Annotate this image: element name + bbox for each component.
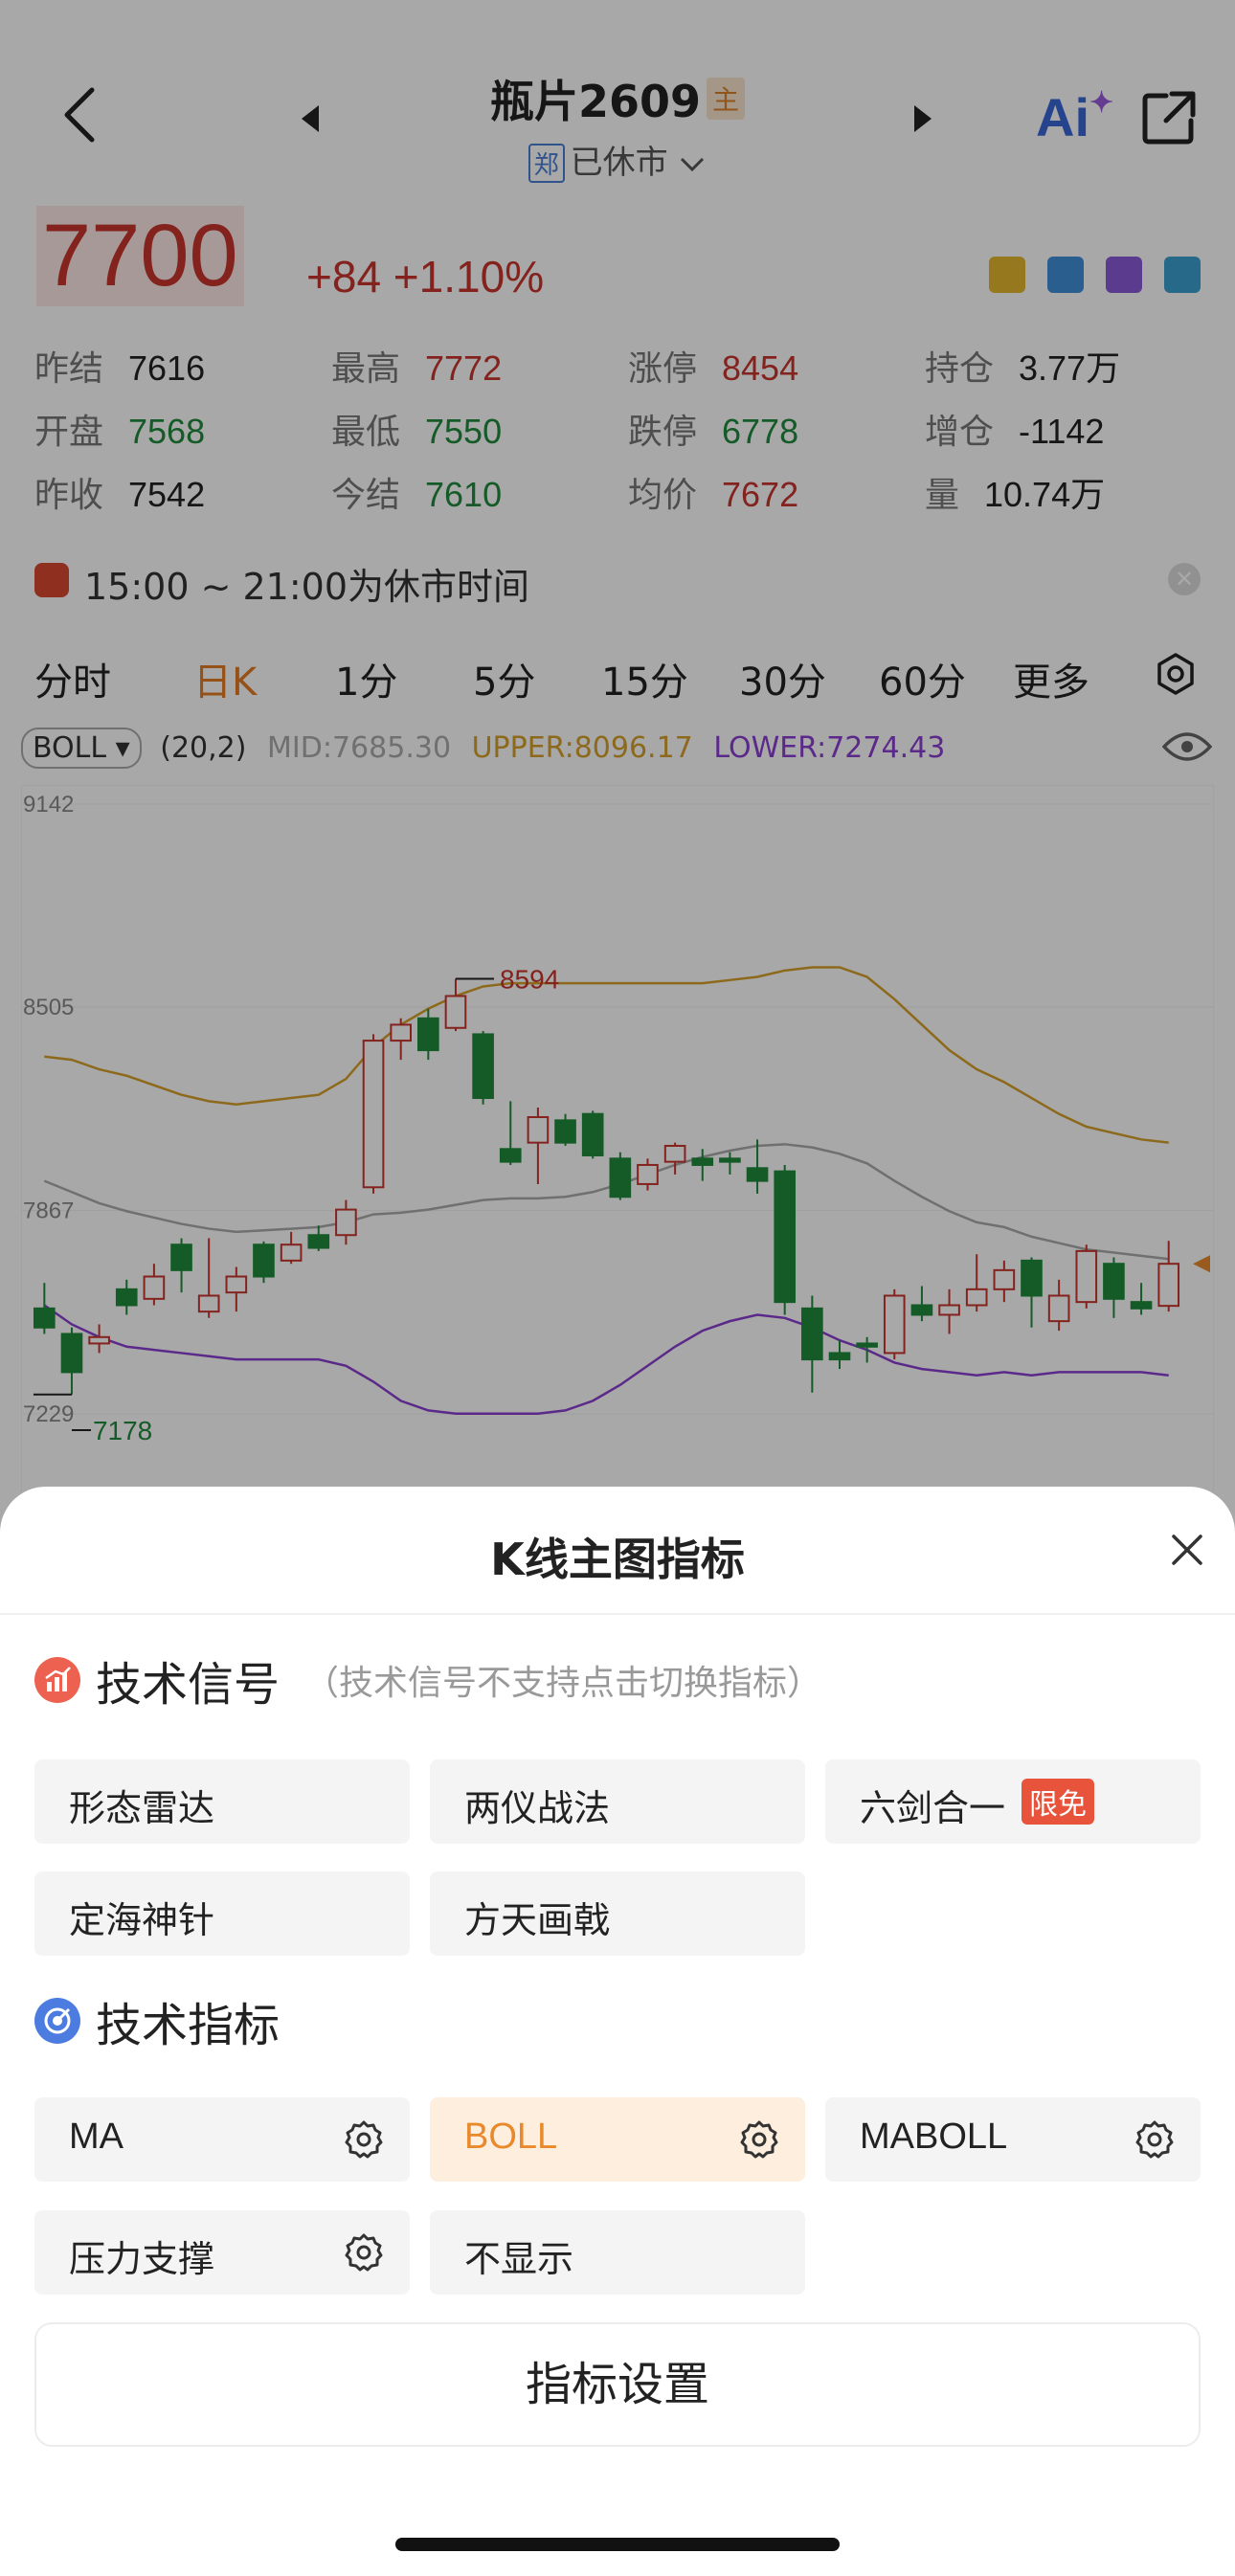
signals-section-header: 技术信号 （技术信号不支持点击切换指标） — [34, 1646, 821, 1714]
close-icon[interactable] — [1168, 1531, 1206, 1569]
target-icon — [34, 1998, 80, 2044]
gear-icon[interactable] — [343, 2231, 385, 2274]
signal-option[interactable]: 形态雷达 — [34, 1759, 410, 1844]
home-indicator — [395, 2538, 840, 2551]
signal-option[interactable]: 定海神针 — [34, 1871, 410, 1956]
option-label: 方天画戟 — [464, 1901, 611, 1941]
gear-icon[interactable] — [343, 2118, 385, 2161]
option-label: MA — [69, 2117, 124, 2157]
sheet-title: K线主图指标 — [490, 1534, 745, 1585]
gear-icon[interactable] — [738, 2118, 780, 2161]
option-label: 定海神针 — [69, 1901, 215, 1941]
option-label: 压力支撑 — [69, 2240, 215, 2280]
option-label: 不显示 — [464, 2240, 574, 2280]
indicator-option-ma[interactable]: MA — [34, 2097, 410, 2182]
indicator-settings-button[interactable]: 指标设置 — [34, 2322, 1201, 2447]
signals-title: 技术信号 — [96, 1658, 281, 1712]
option-label: 形态雷达 — [69, 1789, 215, 1829]
free-badge: 限免 — [1022, 1779, 1094, 1825]
signal-chart-icon — [34, 1657, 80, 1703]
option-label: MABOLL — [860, 2117, 1008, 2157]
indicators-section-header: 技术指标 — [34, 1987, 280, 2054]
signal-option[interactable]: 两仪战法 — [430, 1759, 805, 1844]
indicator-option-support[interactable]: 压力支撑 — [34, 2210, 410, 2295]
option-label: BOLL — [464, 2117, 558, 2157]
gear-icon[interactable] — [1134, 2118, 1176, 2161]
option-label: 两仪战法 — [464, 1789, 611, 1829]
indicator-option-boll[interactable]: BOLL — [430, 2097, 805, 2182]
indicator-option-none[interactable]: 不显示 — [430, 2210, 805, 2295]
signal-option[interactable]: 方天画戟 — [430, 1871, 805, 1956]
option-label: 六剑合一 — [860, 1789, 1006, 1829]
signals-hint: （技术信号不支持点击切换指标） — [304, 1664, 822, 1703]
signal-option[interactable]: 六剑合一 限免 — [825, 1759, 1201, 1844]
indicators-title: 技术指标 — [96, 1999, 281, 2052]
divider — [0, 1613, 1235, 1615]
indicator-option-maboll[interactable]: MABOLL — [825, 2097, 1201, 2182]
